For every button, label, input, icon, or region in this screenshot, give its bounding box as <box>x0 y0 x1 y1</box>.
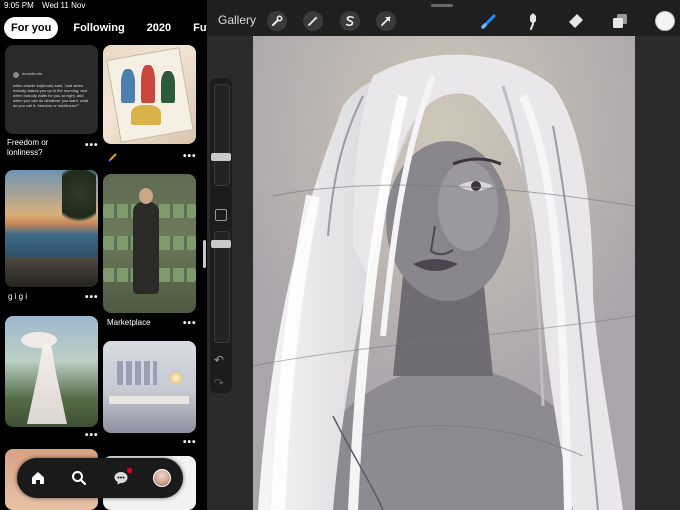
tree-shape <box>62 170 96 230</box>
profile-button[interactable] <box>151 467 173 489</box>
dress-shape <box>27 344 67 424</box>
wrench-icon[interactable] <box>267 11 287 31</box>
chat-bubble-icon[interactable] <box>110 467 132 489</box>
rocks-shape <box>5 257 98 287</box>
tab-future-h[interactable]: Future H <box>186 17 207 39</box>
opacity-knob[interactable] <box>211 240 231 248</box>
tab-for-you[interactable]: For you <box>4 17 59 39</box>
home-icon[interactable] <box>27 467 49 489</box>
undo-button[interactable]: ↶ <box>214 353 224 367</box>
split-view-divider-handle[interactable] <box>203 240 206 268</box>
pin-more-button[interactable]: ••• <box>183 437 197 448</box>
brush-icon[interactable] <box>479 11 499 31</box>
pinterest-app: 9:05 PM Wed 11 Nov For you Following 202… <box>0 0 207 510</box>
sketch-figure <box>161 71 175 103</box>
procreate-app: Gallery ↶ ↷ <box>207 0 680 510</box>
hat-shape <box>21 332 57 348</box>
pencil-icon <box>108 149 118 162</box>
brush-size-slider[interactable] <box>211 84 231 186</box>
pin-more-button[interactable]: ••• <box>183 318 197 329</box>
opacity-slider[interactable] <box>211 231 231 343</box>
pin-title-marketplace[interactable]: Marketplace <box>107 318 151 328</box>
tab-following[interactable]: Following <box>66 17 131 39</box>
sketch-figure <box>131 105 161 125</box>
status-date: Wed 11 Nov <box>42 1 86 10</box>
procreate-toolbar: Gallery <box>207 0 680 36</box>
pin-quote-image[interactable]: dead4hurts when charlie ko(brook) said, … <box>5 45 98 134</box>
man-head <box>139 188 153 204</box>
desk-shape <box>109 396 189 404</box>
quote-text: when charlie ko(brook) said, "and when n… <box>13 83 89 108</box>
brush-sidebar: ↶ ↷ <box>210 78 232 393</box>
drawing-canvas[interactable] <box>253 36 635 510</box>
search-icon[interactable] <box>68 467 90 489</box>
selection-s-icon[interactable] <box>340 11 360 31</box>
smudge-icon[interactable] <box>523 11 543 31</box>
gallery-button[interactable]: Gallery <box>218 13 256 27</box>
app-grabber[interactable] <box>431 4 453 7</box>
lamp-glow <box>169 371 183 385</box>
portrait-painting <box>253 36 635 510</box>
seated-man <box>133 202 159 294</box>
avatar <box>153 469 172 487</box>
redo-button[interactable]: ↷ <box>214 376 224 390</box>
color-swatch[interactable] <box>655 11 675 31</box>
tab-2020[interactable]: 2020 <box>140 17 178 39</box>
pin-more-button[interactable]: ••• <box>85 292 99 303</box>
wall-frames <box>117 361 157 385</box>
pin-more-button[interactable]: ••• <box>85 430 99 441</box>
transform-arrow-icon[interactable] <box>376 11 396 31</box>
pin-cinema-image[interactable] <box>103 174 196 313</box>
layers-icon[interactable] <box>610 11 630 31</box>
quote-avatar <box>13 72 19 78</box>
pin-sea-image[interactable] <box>5 170 98 287</box>
pin-more-button[interactable]: ••• <box>183 151 197 162</box>
pin-dress-image[interactable] <box>5 316 98 427</box>
brush-size-knob[interactable] <box>211 153 231 161</box>
eraser-icon[interactable] <box>566 11 586 31</box>
pin-title-gigi[interactable]: g i g i <box>8 292 27 302</box>
pin-title-freedom[interactable]: Freedom or lonliness? <box>7 138 77 158</box>
notification-dot <box>126 468 132 473</box>
pin-room-image[interactable] <box>103 341 196 433</box>
pin-drawing-image[interactable] <box>103 45 196 144</box>
status-bar: 9:05 PM Wed 11 Nov <box>4 1 91 10</box>
sketch-figure <box>141 65 155 103</box>
modify-button[interactable] <box>215 209 227 221</box>
bottom-nav <box>17 458 183 498</box>
feed-tabs: For you Following 2020 Future H <box>4 15 207 41</box>
quote-handle: dead4hurts <box>22 71 43 76</box>
sketch-figure <box>121 69 135 103</box>
status-time: 9:05 PM <box>4 1 34 10</box>
pin-more-button[interactable]: ••• <box>85 140 99 151</box>
magic-wand-icon[interactable] <box>303 11 323 31</box>
